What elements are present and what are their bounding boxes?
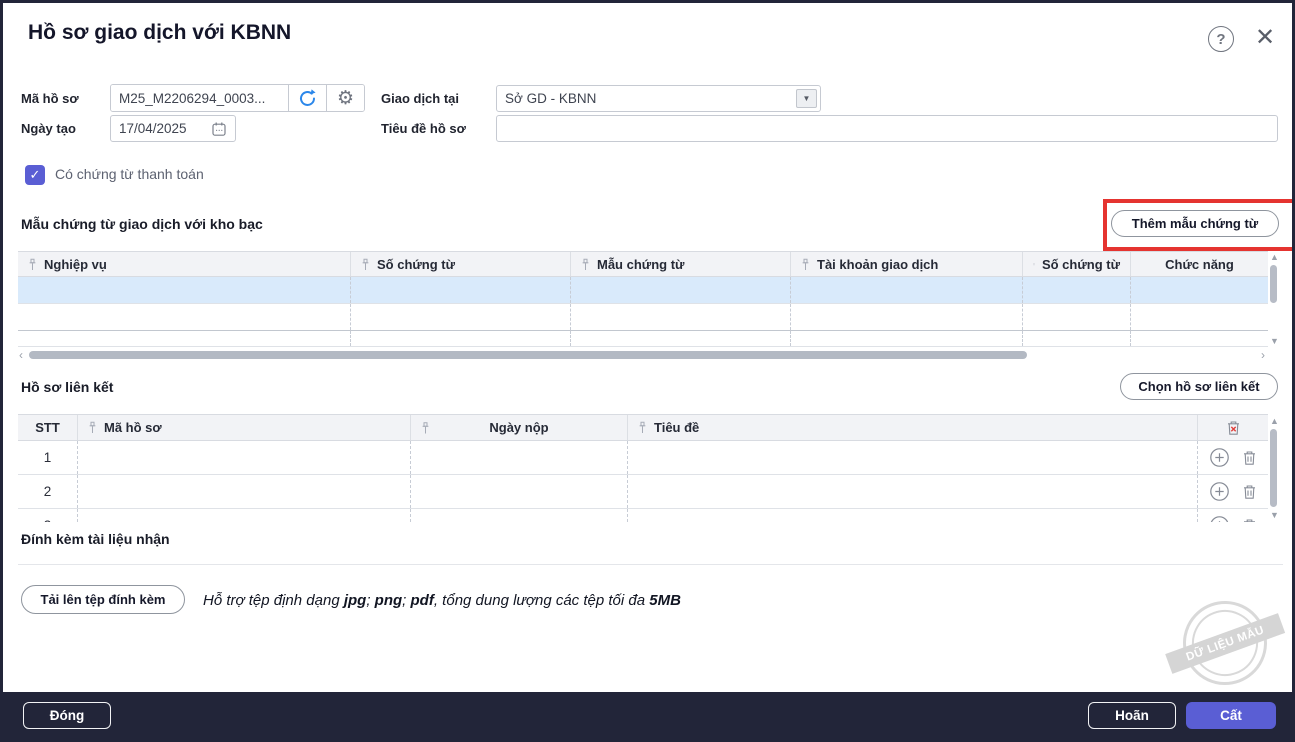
- header-cell-nghiep-vu[interactable]: Nghiệp vụ: [18, 252, 351, 276]
- add-voucher-template-button[interactable]: Thêm mẫu chứng từ: [1111, 210, 1279, 237]
- header-cell-delete-all: [1198, 415, 1268, 440]
- help-glyph: ?: [1216, 31, 1225, 48]
- page-title: Hồ sơ giao dịch với KBNN: [28, 21, 291, 45]
- file-code-input[interactable]: [111, 85, 288, 111]
- header-cell-ma-ho-so[interactable]: Mã hồ sơ: [78, 415, 411, 440]
- row-number: 2: [18, 475, 78, 508]
- header-cell-chuc-nang[interactable]: Chức năng: [1131, 252, 1268, 276]
- table-row[interactable]: [18, 304, 1268, 331]
- attachment-hint: Hỗ trợ tệp định dạng jpg; png; pdf, tổng…: [203, 592, 681, 609]
- chevron-down-icon: ▼: [803, 94, 811, 103]
- voucher-table-header: Nghiệp vụ Số chứng từ Mẫu chứng từ Tài k…: [18, 251, 1268, 277]
- pin-icon: [88, 421, 97, 434]
- plus-circle-icon: [1209, 481, 1230, 502]
- linked-files-table: STT Mã hồ sơ Ngày nộp Tiêu đề: [18, 414, 1268, 522]
- refresh-icon: [297, 88, 318, 109]
- transaction-location-select[interactable]: Sở GD - KBNN ▼: [496, 85, 821, 112]
- calendar-icon: [211, 121, 227, 137]
- vertical-scrollbar[interactable]: [1270, 265, 1277, 303]
- save-button[interactable]: Cất: [1186, 702, 1276, 729]
- trash-icon: [1242, 518, 1257, 523]
- section-title-linked-files: Hồ sơ liên kết: [21, 379, 113, 395]
- trash-icon: [1242, 450, 1257, 466]
- scroll-left-icon[interactable]: ‹: [19, 349, 23, 361]
- add-row-button[interactable]: [1209, 447, 1230, 468]
- file-title-label: Tiêu đề hồ sơ: [381, 115, 466, 142]
- trash-x-icon: [1226, 420, 1241, 436]
- scroll-down-icon[interactable]: ▼: [1270, 511, 1279, 520]
- sample-data-stamp: DỮ LIỆU MẪU: [1166, 584, 1284, 702]
- hold-button[interactable]: Hoãn: [1088, 702, 1176, 729]
- row-number: 1: [18, 441, 78, 474]
- header-cell-tieu-de[interactable]: Tiêu đề: [628, 415, 1198, 440]
- pin-icon: [581, 258, 590, 271]
- help-icon[interactable]: ?: [1208, 26, 1234, 52]
- plus-circle-icon: [1209, 447, 1230, 468]
- delete-row-button[interactable]: [1242, 484, 1257, 500]
- close-glyph: ✕: [1255, 23, 1275, 52]
- linked-table-row[interactable]: 2: [18, 475, 1268, 509]
- plus-circle-icon: [1209, 515, 1230, 522]
- upload-attachment-button[interactable]: Tải lên tệp đính kèm: [21, 585, 185, 614]
- linked-table-header: STT Mã hồ sơ Ngày nộp Tiêu đề: [18, 414, 1268, 441]
- settings-button[interactable]: ⚙: [326, 85, 364, 111]
- pin-icon: [801, 258, 810, 271]
- pin-icon: [1033, 258, 1035, 271]
- row-number: 3: [18, 509, 78, 522]
- refresh-button[interactable]: [288, 85, 326, 111]
- section-title-attachments: Đính kèm tài liệu nhận: [21, 531, 170, 547]
- header-cell-so-chung-tu[interactable]: Số chứng từ: [351, 252, 571, 276]
- delete-all-button[interactable]: [1226, 420, 1241, 436]
- delete-row-button[interactable]: [1242, 518, 1257, 523]
- add-row-button[interactable]: [1209, 481, 1230, 502]
- section-title-voucher-templates: Mẫu chứng từ giao dịch với kho bạc: [21, 216, 263, 232]
- created-date-value: 17/04/2025: [119, 121, 187, 136]
- pin-icon: [421, 421, 430, 434]
- table-row[interactable]: [18, 331, 1268, 347]
- created-date-label: Ngày tạo: [21, 115, 76, 142]
- header-cell-so-chung-tu-2[interactable]: Số chứng từ: [1023, 252, 1131, 276]
- header-cell-stt[interactable]: STT: [18, 415, 78, 440]
- delete-row-button[interactable]: [1242, 450, 1257, 466]
- pin-icon: [638, 421, 647, 434]
- scroll-right-icon[interactable]: ›: [1261, 349, 1265, 361]
- header-cell-tai-khoan[interactable]: Tài khoản giao dịch: [791, 252, 1023, 276]
- trash-icon: [1242, 484, 1257, 500]
- linked-table-row[interactable]: 3: [18, 509, 1268, 522]
- footer-bar: Đóng Hoãn Cất: [3, 692, 1292, 739]
- dialog-window: Hồ sơ giao dịch với KBNN ? ✕ Mã hồ sơ ⚙ …: [0, 0, 1295, 742]
- transaction-at-label: Giao dịch tại: [381, 85, 459, 112]
- voucher-table: Nghiệp vụ Số chứng từ Mẫu chứng từ Tài k…: [18, 251, 1268, 347]
- created-date-input[interactable]: 17/04/2025: [110, 115, 236, 142]
- close-button[interactable]: Đóng: [23, 702, 111, 729]
- table-row[interactable]: [18, 277, 1268, 304]
- transaction-location-value: Sở GD - KBNN: [505, 86, 596, 111]
- pin-icon: [28, 258, 37, 271]
- file-title-input[interactable]: [496, 115, 1278, 142]
- scroll-down-icon[interactable]: ▼: [1270, 337, 1279, 346]
- dropdown-button[interactable]: ▼: [796, 89, 817, 108]
- scroll-up-icon[interactable]: ▲: [1270, 253, 1279, 262]
- payment-voucher-checkbox-label: Có chứng từ thanh toán: [55, 166, 204, 182]
- horizontal-scrollbar[interactable]: [29, 351, 1027, 359]
- payment-voucher-checkbox[interactable]: ✓: [25, 165, 45, 185]
- linked-table-row[interactable]: 1: [18, 441, 1268, 475]
- close-icon[interactable]: ✕: [1249, 21, 1281, 53]
- add-row-button[interactable]: [1209, 515, 1230, 522]
- file-code-label: Mã hồ sơ: [21, 85, 79, 112]
- scroll-up-icon[interactable]: ▲: [1270, 417, 1279, 426]
- file-code-group: ⚙: [110, 84, 365, 112]
- divider: [18, 564, 1283, 565]
- header-cell-ngay-nop[interactable]: Ngày nộp: [411, 415, 628, 440]
- gear-icon: ⚙: [337, 87, 354, 110]
- check-icon: ✓: [30, 167, 41, 183]
- pin-icon: [361, 258, 370, 271]
- vertical-scrollbar[interactable]: [1270, 429, 1277, 507]
- header-cell-mau-chung-tu[interactable]: Mẫu chứng từ: [571, 252, 791, 276]
- choose-linked-file-button[interactable]: Chọn hồ sơ liên kết: [1120, 373, 1278, 400]
